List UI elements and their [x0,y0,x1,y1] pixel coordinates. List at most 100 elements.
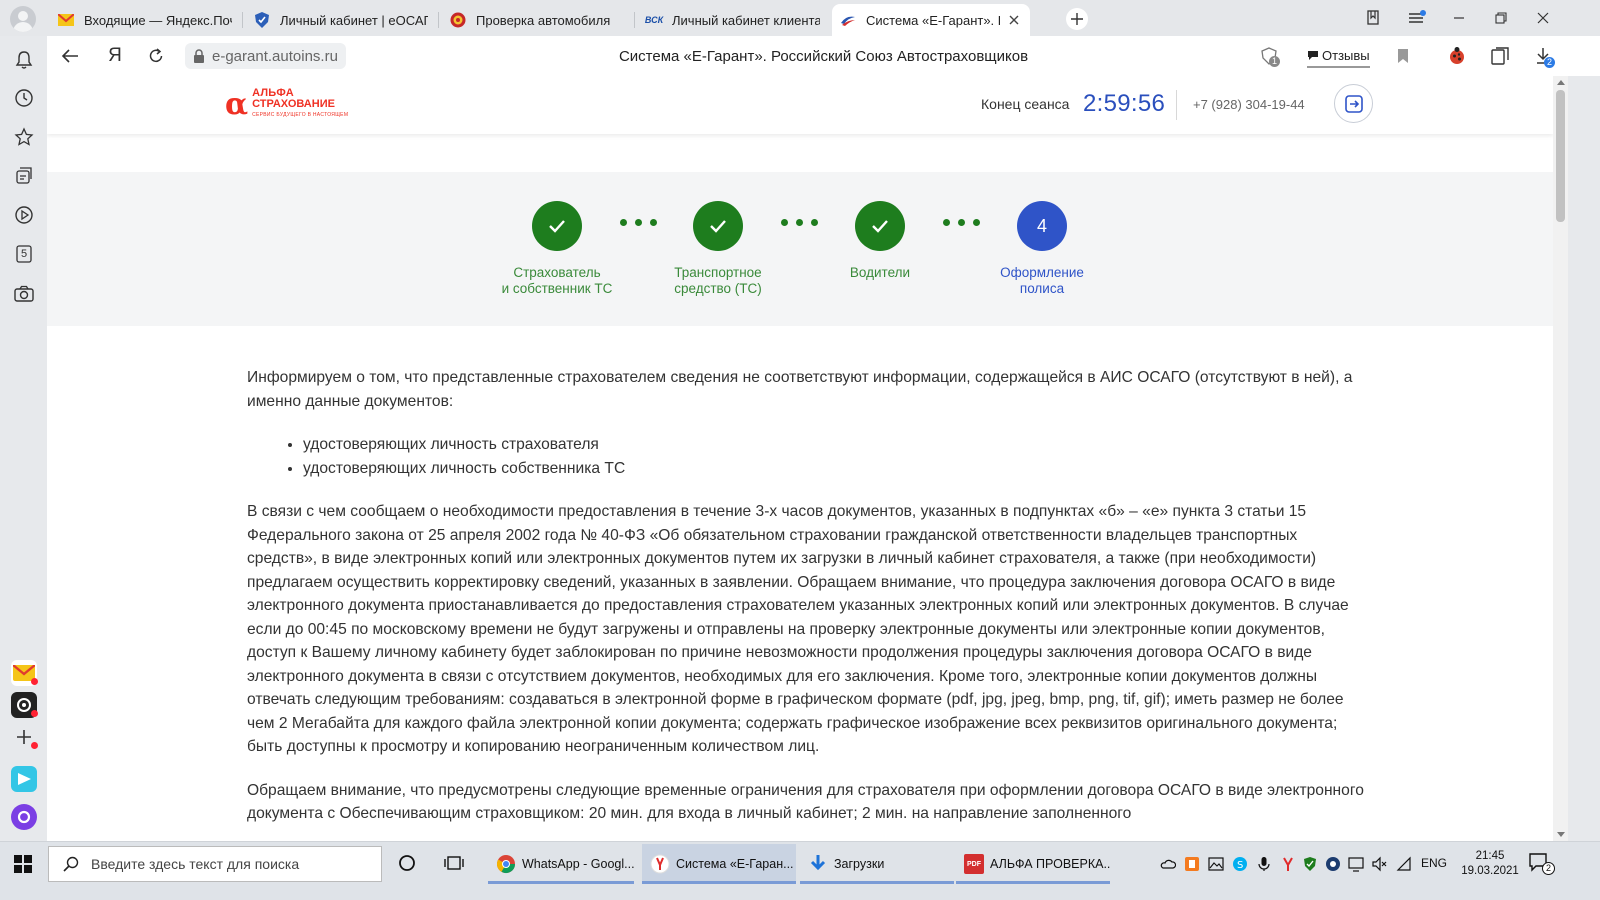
star-icon [14,127,34,146]
new-tab-button[interactable] [1066,8,1088,30]
onedrive-icon[interactable] [1160,856,1176,872]
yandex-mail-app[interactable] [11,660,38,686]
logout-button[interactable] [1334,84,1373,123]
messenger-app[interactable] [11,766,37,792]
minimize-button[interactable] [1446,6,1472,30]
music-app[interactable] [11,692,38,718]
photos-icon[interactable] [1208,856,1224,872]
browser-sidebar: 5 [0,36,47,859]
office-icon[interactable] [1184,856,1200,872]
scrollbar-thumb[interactable] [1556,90,1565,222]
antivirus-shield-icon[interactable] [1302,856,1318,872]
scroll-down-arrow-icon[interactable] [1557,832,1565,837]
page-scrollbar[interactable] [1553,76,1568,841]
session-end-label: Конец сеанса [981,96,1070,112]
bookmarks-button[interactable] [12,125,36,149]
yandex-logo-button[interactable]: Я [103,44,127,68]
tab-separator [242,12,243,28]
collections-button[interactable] [12,164,36,188]
page-title: Система «Е-Гарант». Российский Союз Авто… [618,48,1029,65]
step-connector [620,219,657,226]
page-viewport: α АЛЬФА СТРАХОВАНИЕ СЕРВИС БУДУЩЕГО В НА… [47,76,1553,841]
step-connector [943,219,980,226]
reload-button[interactable] [144,44,168,68]
bookmarks-panel-button[interactable] [1489,44,1513,68]
volume-muted-icon[interactable] [1371,856,1387,872]
taskbar-app-yandex-browser[interactable]: Система «Е-Гаран... [642,844,796,884]
downloads-folder-icon [810,855,826,871]
shield-icon [254,12,270,28]
url-field[interactable]: e-garant.autoins.ru [185,43,346,69]
taskbar-search-input[interactable]: Введите здесь текст для поиска [48,846,382,882]
tab-collections-button[interactable] [1360,6,1386,30]
browser-tab-strip: Входящие — Яндекс.Почта Личный кабинет |… [0,0,1600,36]
step-1-done[interactable] [532,201,582,251]
bell-icon [15,51,33,69]
profile-avatar-icon[interactable] [10,6,36,32]
tracker-protection-button[interactable]: 1 [1257,44,1281,68]
tab-title: Проверка автомобиля [476,12,611,28]
list-item: удостоверяющих личность страхователя [303,433,1367,457]
yandex-tray-icon[interactable] [1280,856,1296,872]
reviews-button[interactable]: Отзывы [1307,44,1370,68]
taskbar-clock[interactable]: 21:45 19.03.2021 [1460,849,1520,879]
alice-icon [17,810,31,824]
pdf-icon: PDF [964,854,984,874]
task-view-button[interactable] [444,854,464,872]
tab-eosago[interactable]: Личный кабинет | еОСАГО [246,4,436,36]
mail-icon [58,12,74,28]
start-button[interactable] [14,855,32,873]
play-circle-icon [15,206,33,224]
alice-assistant-button[interactable] [11,804,37,830]
back-button[interactable] [58,44,82,68]
skype-icon[interactable]: S [1232,856,1248,872]
speech-bubble-icon [1308,51,1318,60]
tab-title: Система «Е-Гарант». Российский Союз [866,12,1000,28]
taskbar-app-pdf[interactable]: PDF АЛЬФА ПРОВЕРКА... [956,844,1110,884]
tab-e-garant-active[interactable]: Система «Е-Гарант». Российский Союз [832,4,1030,36]
history-button[interactable] [12,86,36,110]
counter-widget-button[interactable]: 5 [12,242,36,266]
scroll-up-arrow-icon[interactable] [1557,80,1565,85]
language-indicator[interactable]: ENG [1421,856,1447,870]
bookmark-tabs-icon [1367,10,1379,25]
alfa-insurance-logo[interactable]: α АЛЬФА СТРАХОВАНИЕ СЕРВИС БУДУЩЕГО В НА… [225,88,348,121]
add-app-button[interactable] [11,724,38,750]
screenshot-button[interactable] [12,282,36,306]
step-3-done[interactable] [855,201,905,251]
tab-yandex-mail[interactable]: Входящие — Яндекс.Почта [50,4,240,36]
step-4-label: Оформление полиса [1000,265,1084,296]
notification-center-button[interactable]: 2 [1528,852,1555,875]
notifications-button[interactable] [12,48,36,72]
close-window-button[interactable] [1530,6,1556,30]
tab-title: Личный кабинет клиента [672,12,820,28]
checkmark-icon [710,220,726,233]
send-icon [18,773,31,785]
checkmark-icon [872,220,888,233]
video-button[interactable] [12,203,36,227]
display-icon[interactable] [1348,856,1364,872]
yandex-browser-icon [650,854,670,874]
taskbar-app-whatsapp-chrome[interactable]: WhatsApp - Googl... [488,844,634,884]
cortana-button[interactable] [398,854,416,872]
extension-button[interactable] [1445,44,1469,68]
address-bar-row: Я e-garant.autoins.ru Система «Е-Гарант»… [47,36,1600,76]
downloads-button[interactable]: 2 [1531,44,1556,68]
step-4-current[interactable]: 4 [1017,201,1067,251]
step-2-done[interactable] [693,201,743,251]
arrow-left-icon [61,49,78,63]
camera-icon [14,285,34,302]
bookmark-page-button[interactable] [1391,44,1415,68]
taskbar-app-downloads[interactable]: Загрузки [800,844,954,884]
close-tab-icon[interactable] [1006,12,1022,28]
document-list: удостоверяющих личность страхователя удо… [303,433,1367,480]
wifi-icon[interactable] [1396,856,1412,872]
browser-menu-button[interactable] [1404,6,1430,30]
microphone-icon[interactable] [1256,856,1272,872]
session-timer: 2:59:56 [1083,90,1166,117]
security-tray-icon[interactable] [1325,856,1341,872]
restore-button[interactable] [1488,6,1514,30]
tab-vsk-cabinet[interactable]: ВСК Личный кабинет клиента [638,4,828,36]
tab-vehicle-check[interactable]: Проверка автомобиля [442,4,632,36]
task-view-icon [444,856,464,870]
